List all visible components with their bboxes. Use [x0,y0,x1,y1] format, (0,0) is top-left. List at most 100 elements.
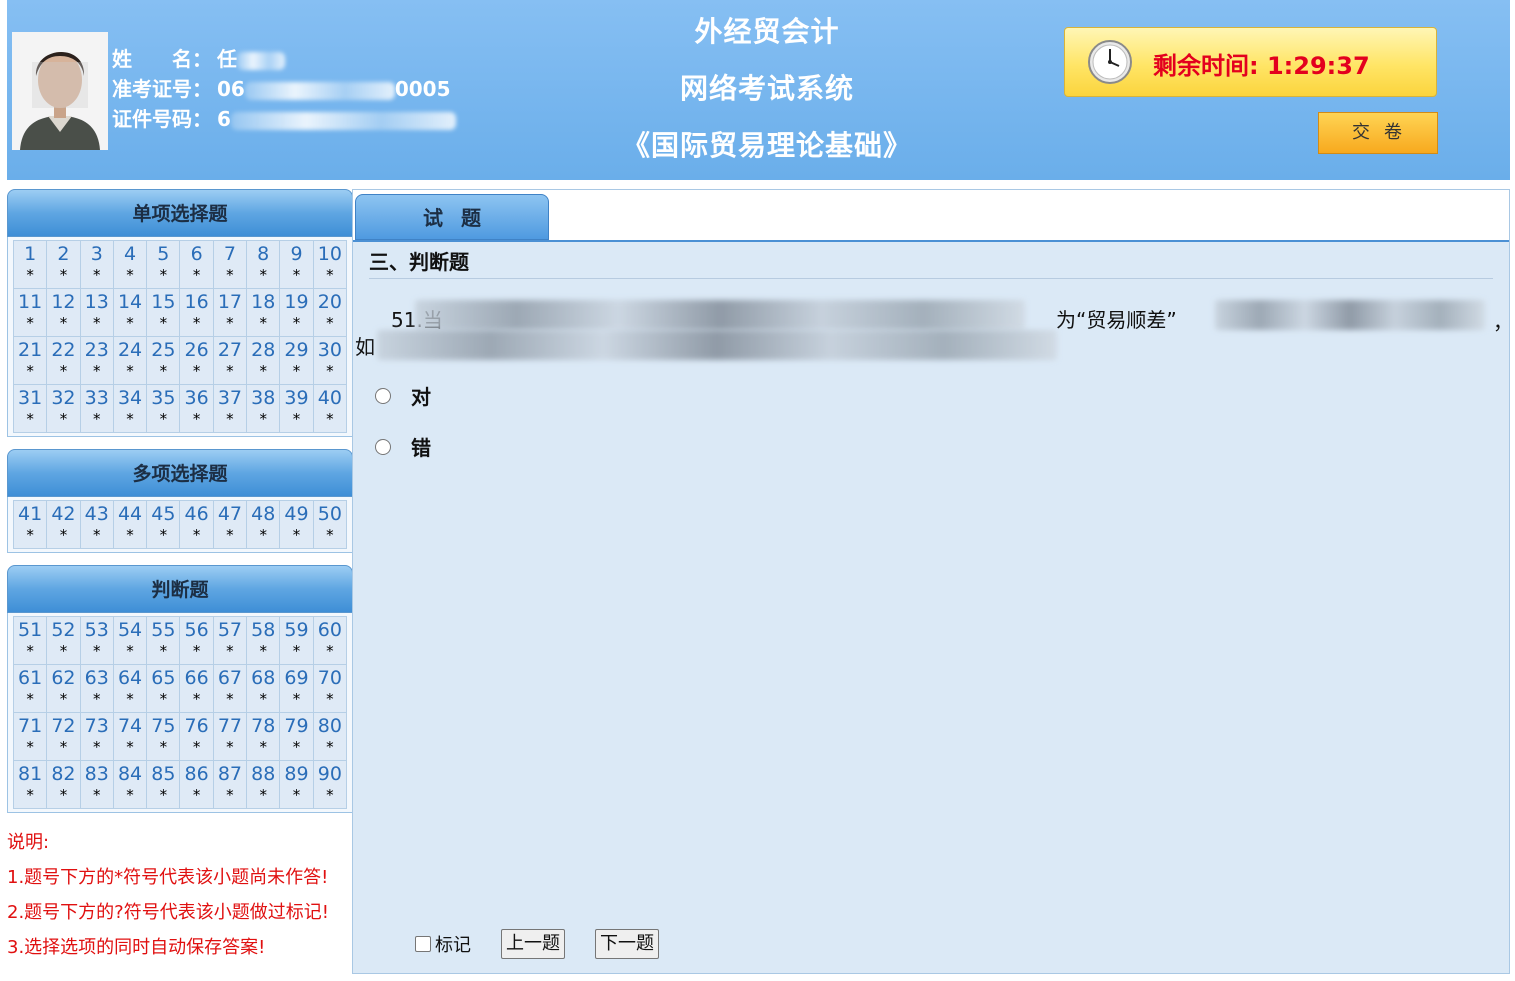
question-cell[interactable]: 21 * [12,336,48,385]
question-number[interactable]: 16 [180,289,212,315]
question-number[interactable]: 83 [81,761,113,787]
question-number[interactable]: 70 [314,665,346,691]
question-number[interactable]: 63 [81,665,113,691]
question-cell[interactable]: 56 * [179,616,214,665]
question-number[interactable]: 47 [214,501,246,527]
question-number[interactable]: 67 [214,665,246,691]
question-cell[interactable]: 48 * [246,500,281,549]
question-cell[interactable]: 75 * [146,712,181,761]
question-cell[interactable]: 58 * [246,616,281,665]
question-number[interactable]: 32 [47,385,79,411]
question-cell[interactable]: 47 * [212,500,248,549]
question-cell[interactable]: 66 * [179,664,214,713]
question-cell[interactable]: 17 * [212,288,248,337]
question-cell[interactable]: 8 * [246,240,281,289]
question-number[interactable]: 23 [81,337,113,363]
question-number[interactable]: 18 [247,289,279,315]
question-number[interactable]: 17 [214,289,246,315]
question-cell[interactable]: 29 * [279,336,314,385]
submit-exam-button[interactable]: 交卷 [1318,112,1438,154]
question-cell[interactable]: 84 * [112,760,148,809]
question-cell[interactable]: 61 * [12,664,48,713]
question-number[interactable]: 22 [47,337,79,363]
question-number[interactable]: 42 [47,501,79,527]
question-cell[interactable]: 28 * [246,336,281,385]
question-cell[interactable]: 80 * [312,712,348,761]
question-number[interactable]: 82 [47,761,79,787]
question-cell[interactable]: 22 * [46,336,81,385]
question-number[interactable]: 76 [180,713,212,739]
question-number[interactable]: 2 [47,241,79,267]
question-number[interactable]: 74 [114,713,146,739]
question-cell[interactable]: 59 * [279,616,314,665]
question-number[interactable]: 86 [180,761,212,787]
question-number[interactable]: 41 [14,501,46,527]
question-number[interactable]: 46 [180,501,212,527]
question-number[interactable]: 61 [14,665,46,691]
question-number[interactable]: 39 [280,385,312,411]
question-cell[interactable]: 42 * [46,500,81,549]
question-cell[interactable]: 81 * [12,760,48,809]
question-cell[interactable]: 25 * [146,336,181,385]
question-number[interactable]: 55 [147,617,179,643]
question-number[interactable]: 62 [47,665,79,691]
question-cell[interactable]: 51 * [12,616,48,665]
question-number[interactable]: 28 [247,337,279,363]
question-number[interactable]: 65 [147,665,179,691]
question-cell[interactable]: 74 * [112,712,148,761]
question-number[interactable]: 25 [147,337,179,363]
question-cell[interactable]: 40 * [312,384,348,433]
question-cell[interactable]: 50 * [312,500,348,549]
question-cell[interactable]: 85 * [146,760,181,809]
question-cell[interactable]: 23 * [79,336,114,385]
question-number[interactable]: 88 [247,761,279,787]
question-cell[interactable]: 32 * [46,384,81,433]
question-number[interactable]: 73 [81,713,113,739]
question-number[interactable]: 75 [147,713,179,739]
question-number[interactable]: 14 [114,289,146,315]
question-cell[interactable]: 43 * [79,500,114,549]
question-cell[interactable]: 72 * [46,712,81,761]
question-number[interactable]: 52 [47,617,79,643]
question-number[interactable]: 3 [81,241,113,267]
question-number[interactable]: 29 [280,337,312,363]
question-cell[interactable]: 18 * [246,288,281,337]
question-cell[interactable]: 33 * [79,384,114,433]
question-number[interactable]: 66 [180,665,212,691]
question-cell[interactable]: 15 * [146,288,181,337]
question-cell[interactable]: 16 * [179,288,214,337]
question-cell[interactable]: 41 * [12,500,48,549]
question-number[interactable]: 5 [147,241,179,267]
option-true[interactable]: 对 [375,381,431,410]
question-number[interactable]: 8 [247,241,279,267]
question-number[interactable]: 40 [314,385,346,411]
question-cell[interactable]: 76 * [179,712,214,761]
question-cell[interactable]: 12 * [46,288,81,337]
question-cell[interactable]: 37 * [212,384,248,433]
question-number[interactable]: 54 [114,617,146,643]
question-number[interactable]: 78 [247,713,279,739]
question-cell[interactable]: 87 * [212,760,248,809]
question-number[interactable]: 49 [280,501,312,527]
question-cell[interactable]: 69 * [279,664,314,713]
question-cell[interactable]: 7 * [212,240,248,289]
question-number[interactable]: 77 [214,713,246,739]
question-cell[interactable]: 53 * [79,616,114,665]
question-number[interactable]: 11 [14,289,46,315]
question-cell[interactable]: 5 * [146,240,181,289]
question-cell[interactable]: 73 * [79,712,114,761]
question-number[interactable]: 68 [247,665,279,691]
question-number[interactable]: 13 [81,289,113,315]
question-number[interactable]: 59 [280,617,312,643]
question-cell[interactable]: 71 * [12,712,48,761]
question-cell[interactable]: 79 * [279,712,314,761]
option-false[interactable]: 错 [375,432,431,461]
question-number[interactable]: 12 [47,289,79,315]
question-cell[interactable]: 86 * [179,760,214,809]
question-cell[interactable]: 44 * [112,500,148,549]
question-number[interactable]: 26 [180,337,212,363]
question-number[interactable]: 30 [314,337,346,363]
question-cell[interactable]: 60 * [312,616,348,665]
question-cell[interactable]: 68 * [246,664,281,713]
question-number[interactable]: 80 [314,713,346,739]
